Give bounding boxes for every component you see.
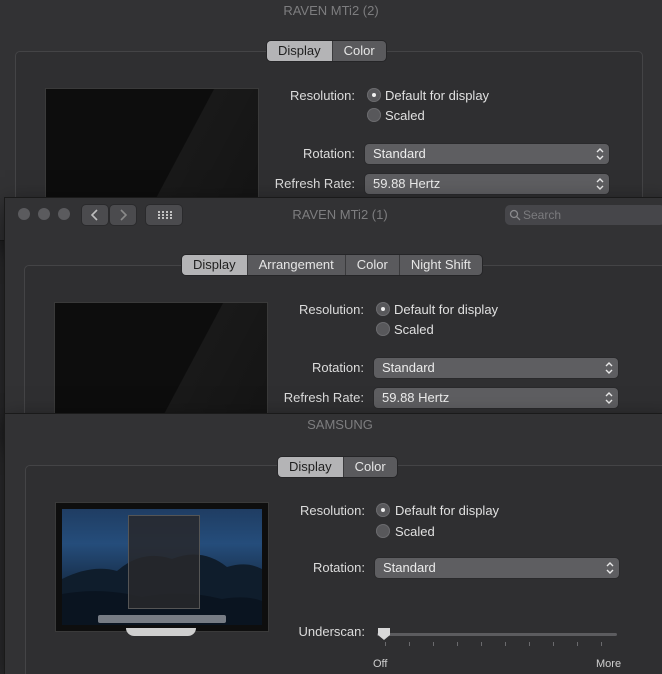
option-default-label: Default for display bbox=[394, 302, 499, 317]
tab-display[interactable]: Display bbox=[267, 41, 332, 61]
slider-tick bbox=[577, 642, 578, 646]
tab-display[interactable]: Display bbox=[182, 255, 247, 275]
refresh-rate-label: Refresh Rate: bbox=[283, 390, 364, 405]
radio-default-for-display[interactable] bbox=[376, 503, 390, 517]
radio-scaled[interactable] bbox=[376, 322, 390, 336]
search-placeholder: Search bbox=[523, 208, 562, 222]
tab-color[interactable]: Color bbox=[331, 41, 386, 61]
popup-arrows-icon bbox=[596, 148, 604, 160]
slider-tick bbox=[505, 642, 506, 646]
tab-arrangement[interactable]: Arrangement bbox=[246, 255, 345, 275]
resolution-label: Resolution: bbox=[298, 302, 364, 317]
tab-night-shift[interactable]: Night Shift bbox=[398, 255, 482, 275]
radio-scaled[interactable] bbox=[367, 108, 381, 122]
slider-tick bbox=[529, 642, 530, 646]
rotation-popup[interactable]: Standard bbox=[365, 144, 609, 164]
tab-bar: Display Arrangement Color Night Shift bbox=[182, 255, 482, 275]
tab-display[interactable]: Display bbox=[278, 457, 343, 477]
minimize-button[interactable] bbox=[38, 208, 50, 220]
rotation-label: Rotation: bbox=[302, 146, 355, 161]
show-all-button[interactable] bbox=[146, 205, 182, 225]
popup-arrows-icon bbox=[605, 362, 613, 374]
window-overlay bbox=[128, 515, 200, 609]
close-button[interactable] bbox=[18, 208, 30, 220]
slider-tick bbox=[433, 642, 434, 646]
rotation-value: Standard bbox=[373, 146, 426, 161]
option-default-label: Default for display bbox=[395, 503, 500, 518]
tab-bar: Display Color bbox=[278, 457, 397, 477]
window-title: SAMSUNG bbox=[307, 417, 373, 432]
refresh-rate-popup[interactable]: 59.88 Hertz bbox=[374, 388, 618, 408]
grid-icon bbox=[158, 211, 172, 219]
slider-tick bbox=[553, 642, 554, 646]
option-scaled-label: Scaled bbox=[394, 322, 434, 337]
back-button[interactable] bbox=[82, 205, 108, 225]
window-title: RAVEN MTi2 (2) bbox=[283, 3, 379, 18]
slider-tick bbox=[385, 642, 386, 646]
underscan-label: Underscan: bbox=[298, 624, 365, 639]
slider-tick bbox=[409, 642, 410, 646]
refresh-rate-popup[interactable]: 59.88 Hertz bbox=[365, 174, 609, 194]
search-field[interactable]: Search bbox=[505, 205, 662, 225]
tab-color[interactable]: Color bbox=[342, 457, 397, 477]
slider-knob[interactable] bbox=[377, 627, 391, 641]
underscan-min-label: Off bbox=[373, 658, 388, 670]
slider-tick bbox=[457, 642, 458, 646]
back-chevron-icon bbox=[90, 209, 98, 221]
refresh-rate-label: Refresh Rate: bbox=[274, 176, 355, 191]
option-scaled-label: Scaled bbox=[385, 108, 425, 123]
middle-window: RAVEN MTi2 (1) Search Display Arrangemen… bbox=[5, 198, 662, 438]
rotation-popup[interactable]: Standard bbox=[374, 358, 618, 378]
zoom-button[interactable] bbox=[58, 208, 70, 220]
tab-bar: Display Color bbox=[267, 41, 386, 61]
display-stand bbox=[126, 628, 196, 636]
radio-scaled[interactable] bbox=[376, 524, 390, 538]
tab-color[interactable]: Color bbox=[344, 255, 399, 275]
underscan-max-label: More bbox=[596, 658, 622, 670]
slider-track bbox=[377, 633, 617, 636]
underscan-slider[interactable] bbox=[377, 626, 619, 646]
option-scaled-label: Scaled bbox=[395, 524, 435, 539]
rotation-popup[interactable]: Standard bbox=[375, 558, 619, 578]
forward-chevron-icon bbox=[120, 209, 128, 221]
dock bbox=[98, 615, 226, 623]
rotation-value: Standard bbox=[382, 360, 435, 375]
forward-button[interactable] bbox=[110, 205, 136, 225]
refresh-rate-value: 59.88 Hertz bbox=[382, 390, 450, 405]
slider-tick bbox=[601, 642, 602, 646]
option-default-label: Default for display bbox=[385, 88, 490, 103]
refresh-rate-value: 59.88 Hertz bbox=[373, 176, 441, 191]
popup-arrows-icon bbox=[596, 178, 604, 190]
resolution-label: Resolution: bbox=[289, 88, 355, 103]
resolution-label: Resolution: bbox=[299, 503, 365, 518]
search-icon bbox=[509, 209, 521, 221]
popup-arrows-icon bbox=[605, 392, 613, 404]
popup-arrows-icon bbox=[606, 562, 614, 574]
front-window: SAMSUNG Display Color Resolution: Defaul… bbox=[5, 414, 662, 674]
rotation-label: Rotation: bbox=[312, 560, 365, 575]
radio-default-for-display[interactable] bbox=[376, 302, 390, 316]
radio-default-for-display[interactable] bbox=[367, 88, 381, 102]
slider-tick bbox=[481, 642, 482, 646]
rotation-value: Standard bbox=[383, 560, 436, 575]
rotation-label: Rotation: bbox=[311, 360, 364, 375]
